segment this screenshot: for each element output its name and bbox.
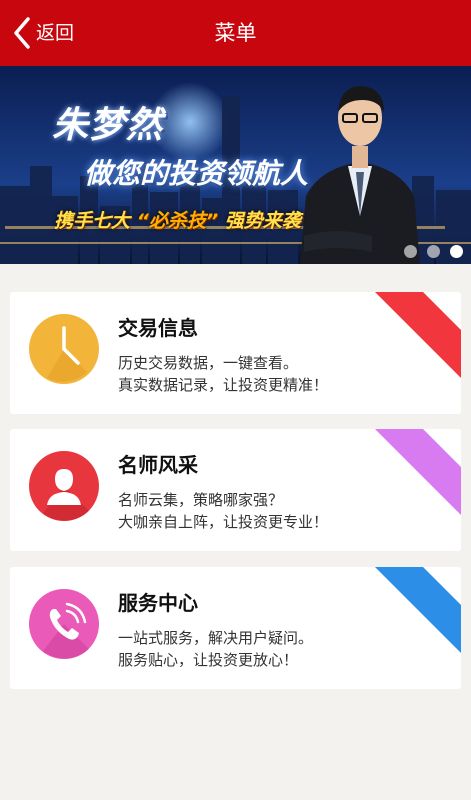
card-description-line: 真实数据记录，让投资更精准！ (118, 376, 329, 394)
card-description-line: 一站式服务，解决用户疑问。 (118, 629, 314, 647)
clock-icon (29, 314, 99, 384)
banner-headline: 朱梦然 (52, 105, 164, 146)
card-teacher-showcase[interactable]: 名师风采 名师云集，策略哪家强？ 大咖亲自上阵，让投资更专业！ (10, 429, 461, 551)
banner-tagline-post: 强势来袭 (224, 210, 301, 232)
promo-banner[interactable]: 朱梦然 做您的投资领航人 携手七大 “必杀技” 强势来袭 (0, 66, 471, 264)
banner-tagline-quote: “必杀技” (136, 210, 219, 232)
back-button[interactable]: 返回 (12, 15, 74, 51)
corner-ribbon (361, 429, 461, 537)
user-icon (29, 451, 99, 521)
banner-subheadline: 做您的投资领航人 (84, 157, 309, 190)
carousel-dot[interactable] (427, 245, 440, 258)
banner-tagline-pre: 携手七大 (54, 210, 131, 232)
chevron-left-icon (14, 17, 30, 49)
banner-tagline: 携手七大 “必杀技” 强势来袭 (54, 206, 301, 233)
back-label: 返回 (36, 22, 75, 44)
card-title: 名师风采 (118, 453, 198, 477)
card-description-line: 大咖亲自上阵，让投资更专业！ (118, 513, 329, 531)
corner-ribbon (361, 292, 461, 400)
carousel-dot-active[interactable] (450, 245, 463, 258)
top-bar: 返回 菜单 (0, 0, 471, 66)
card-description-line: 服务贴心，让投资更放心！ (118, 651, 299, 669)
card-title: 服务中心 (118, 591, 198, 615)
card-service-center[interactable]: 服务中心 一站式服务，解决用户疑问。 服务贴心，让投资更放心！ (10, 567, 461, 689)
card-title: 交易信息 (118, 316, 198, 340)
carousel-indicators (404, 245, 463, 258)
card-trade-info[interactable]: 交易信息 历史交易数据，一键查看。 真实数据记录，让投资更精准！ (10, 292, 461, 414)
card-description-line: 历史交易数据，一键查看。 (118, 354, 299, 372)
corner-ribbon (361, 567, 461, 675)
card-description-line: 名师云集，策略哪家强？ (118, 491, 284, 509)
carousel-dot[interactable] (404, 245, 417, 258)
phone-icon (29, 589, 99, 659)
